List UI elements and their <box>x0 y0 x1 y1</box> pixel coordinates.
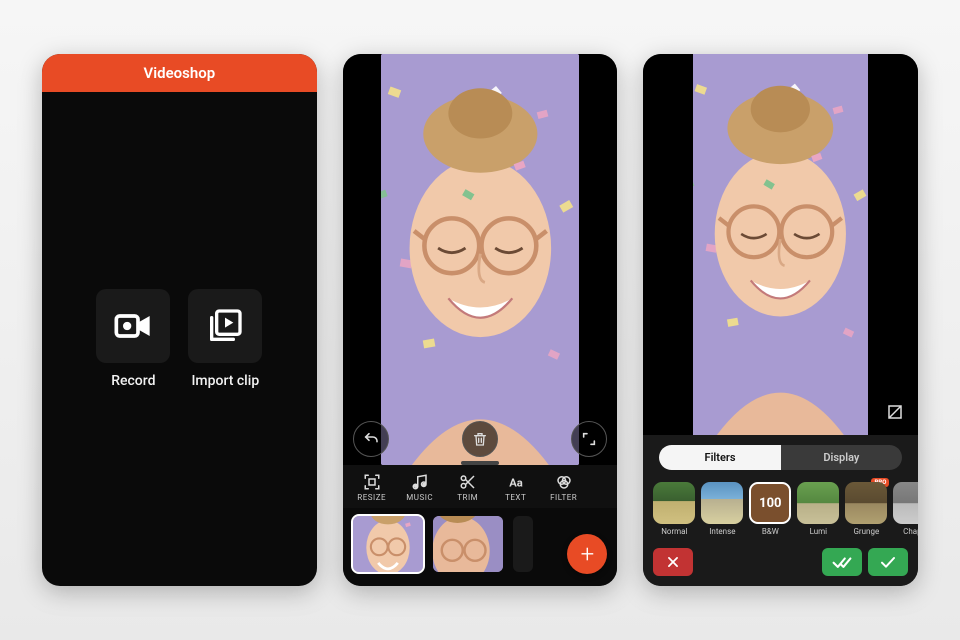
filter-preview[interactable] <box>643 54 918 435</box>
filter-thumb <box>845 482 887 524</box>
filter-lumi[interactable]: Lumi <box>797 482 839 536</box>
check-icon <box>880 555 896 569</box>
add-clip-button[interactable]: + <box>567 534 607 574</box>
filter-thumb: 100 <box>749 482 791 524</box>
close-icon <box>666 555 680 569</box>
drag-handle[interactable] <box>461 461 499 465</box>
preview-control-bar <box>353 421 608 457</box>
music-icon <box>411 473 429 491</box>
tool-trim[interactable]: TRIM <box>445 469 491 506</box>
timeline-clip[interactable] <box>353 516 423 572</box>
confirm-group <box>822 548 908 576</box>
tab-display[interactable]: Display <box>781 445 902 470</box>
filter-normal[interactable]: Normal <box>653 482 695 536</box>
filter-grunge[interactable]: PRO Grunge <box>845 482 887 536</box>
filter-chaplin[interactable]: PRO Chapli <box>893 482 918 536</box>
undo-button[interactable] <box>353 421 389 457</box>
filter-label: Lumi <box>810 527 828 536</box>
timeline-clip[interactable] <box>433 516 503 572</box>
import-option: Import clip <box>188 289 262 389</box>
tool-music-label: MUSIC <box>406 493 433 502</box>
trash-icon <box>472 431 488 447</box>
preview-image <box>381 54 580 465</box>
filter-icon <box>555 473 573 491</box>
tool-filter-label: FILTER <box>550 493 577 502</box>
filter-label: Intense <box>709 527 735 536</box>
svg-text:Aa: Aa <box>509 477 523 490</box>
tab-filters[interactable]: Filters <box>659 445 780 470</box>
cancel-button[interactable] <box>653 548 693 576</box>
check-double-icon <box>832 555 852 569</box>
preview-image <box>693 54 868 435</box>
apply-button[interactable] <box>868 548 908 576</box>
tool-text[interactable]: Aa TEXT <box>493 469 539 506</box>
apply-all-button[interactable] <box>822 548 862 576</box>
timeline: + <box>343 508 618 586</box>
filter-label: Chapli <box>903 527 918 536</box>
timeline-clip[interactable] <box>513 516 533 572</box>
filter-list[interactable]: Normal Intense 100 B&W Lumi PRO Grunge P… <box>643 478 918 542</box>
app-title: Videoshop <box>144 64 216 82</box>
screen-filters: Filters Display Normal Intense 100 B&W L… <box>643 54 918 586</box>
fullscreen-button[interactable] <box>571 421 607 457</box>
import-clip-icon <box>205 306 245 346</box>
filter-label: Normal <box>661 527 687 536</box>
filter-thumb <box>893 482 918 524</box>
expand-icon <box>581 431 597 447</box>
screen-editor: RESIZE MUSIC TRIM Aa TEXT FILTER <box>343 54 618 586</box>
start-body: Record Import clip <box>42 92 317 586</box>
tool-strip: RESIZE MUSIC TRIM Aa TEXT FILTER <box>343 465 618 508</box>
filter-actions <box>643 542 918 586</box>
filter-thumb <box>797 482 839 524</box>
scissors-icon <box>459 473 477 491</box>
tool-trim-label: TRIM <box>457 493 478 502</box>
resize-icon <box>363 473 381 491</box>
undo-icon <box>363 431 379 447</box>
camera-icon <box>113 306 153 346</box>
filter-thumb <box>653 482 695 524</box>
aspect-button[interactable] <box>882 399 908 425</box>
tool-music[interactable]: MUSIC <box>397 469 443 506</box>
filter-label: Grunge <box>853 527 879 536</box>
tool-resize-label: RESIZE <box>357 493 386 502</box>
filter-panel: Filters Display Normal Intense 100 B&W L… <box>643 435 918 586</box>
text-icon: Aa <box>507 473 525 491</box>
tool-resize[interactable]: RESIZE <box>349 469 395 506</box>
app-header: Videoshop <box>42 54 317 92</box>
filter-bw[interactable]: 100 B&W <box>749 482 791 536</box>
record-option: Record <box>96 289 170 389</box>
editor-preview[interactable] <box>343 54 618 465</box>
filter-thumb <box>701 482 743 524</box>
import-button[interactable] <box>188 289 262 363</box>
plus-icon: + <box>581 540 595 568</box>
delete-button[interactable] <box>462 421 498 457</box>
record-label: Record <box>111 373 155 389</box>
tool-filter[interactable]: FILTER <box>541 469 587 506</box>
filter-intense[interactable]: Intense <box>701 482 743 536</box>
filter-label: B&W <box>762 527 779 536</box>
tool-text-label: TEXT <box>505 493 526 502</box>
aspect-icon <box>886 403 904 421</box>
record-button[interactable] <box>96 289 170 363</box>
import-label: Import clip <box>191 373 259 389</box>
filter-tabs: Filters Display <box>643 435 918 478</box>
screen-start: Videoshop Record Import clip <box>42 54 317 586</box>
